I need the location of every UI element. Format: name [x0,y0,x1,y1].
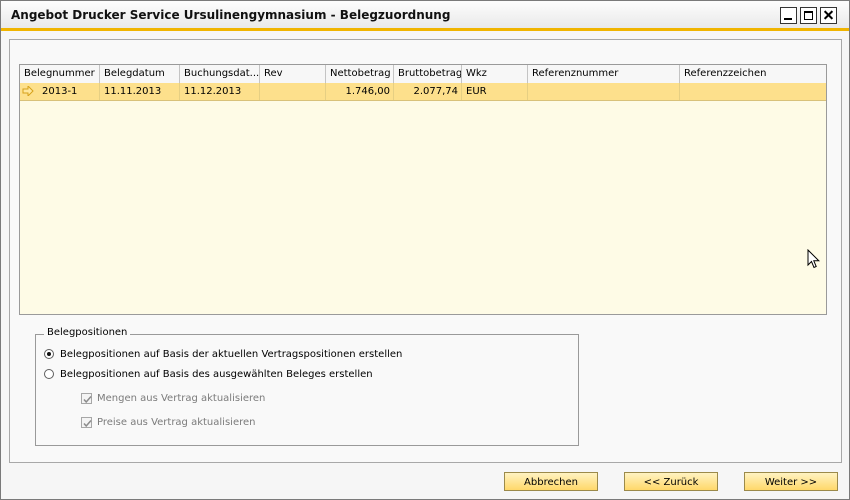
zurueck-button[interactable]: << Zurück [624,472,718,491]
checkbox-label-preise: Preise aus Vertrag aktualisieren [97,417,256,428]
radio-label-vertragspositionen: Belegpositionen auf Basis der aktuellen … [60,349,403,360]
column-header-belegdatum[interactable]: Belegdatum [100,65,180,83]
maximize-icon[interactable] [800,7,817,24]
group-legend: Belegpositionen [44,327,131,338]
cell-buchungsdatum[interactable]: 11.12.2013 [180,83,260,100]
table-row[interactable]: 2013-1 11.11.2013 11.12.2013 1.746,00 2.… [20,83,826,101]
column-header-referenzzeichen[interactable]: Referenzzeichen [680,65,826,83]
checkbox-icon[interactable] [81,393,92,404]
weiter-button-label: Weiter >> [764,477,818,488]
minimize-icon[interactable] [780,7,797,24]
radio-label-ausgewaehlter-beleg: Belegpositionen auf Basis des ausgewählt… [60,369,373,380]
checkbox-icon[interactable] [81,417,92,428]
weiter-button[interactable]: Weiter >> [744,472,838,491]
dialog-window: Angebot Drucker Service Ursulinengymnasi… [0,0,850,500]
column-header-referenznummer[interactable]: Referenznummer [528,65,680,83]
abbrechen-button-label: Abbrechen [524,477,578,488]
column-header-rev[interactable]: Rev [260,65,326,83]
cell-belegdatum[interactable]: 11.11.2013 [100,83,180,100]
checkbox-label-mengen: Mengen aus Vertrag aktualisieren [97,393,266,404]
grid-header: Belegnummer Belegdatum Buchungsdat... Re… [20,65,826,84]
title-bar[interactable]: Angebot Drucker Service Ursulinengymnasi… [1,1,849,31]
document-grid[interactable]: Belegnummer Belegdatum Buchungsdat... Re… [19,64,827,315]
abbrechen-button[interactable]: Abbrechen [504,472,598,491]
radio-icon-checked[interactable] [44,349,54,359]
zurueck-button-label: << Zurück [643,477,699,488]
radio-icon[interactable] [44,369,54,379]
cell-belegnummer[interactable]: 2013-1 [38,83,100,100]
row-arrow-icon [22,86,34,96]
window-title: Angebot Drucker Service Ursulinengymnasi… [11,8,451,22]
cell-referenzzeichen[interactable] [680,83,826,100]
close-icon[interactable] [820,7,837,24]
cell-bruttobetrag[interactable]: 2.077,74 [394,83,462,100]
column-header-wkz[interactable]: Wkz [462,65,528,83]
column-header-belegnummer[interactable]: Belegnummer [20,65,100,83]
cell-rev[interactable] [260,83,326,100]
mouse-cursor-icon [807,249,821,269]
column-header-buchungsdatum[interactable]: Buchungsdat... [180,65,260,83]
belegpositionen-group: Belegpositionen Belegpositionen auf Basi… [35,327,579,446]
cell-wkz[interactable]: EUR [462,83,528,100]
cell-nettobetrag[interactable]: 1.746,00 [326,83,394,100]
column-header-bruttobetrag[interactable]: Bruttobetrag [394,65,462,83]
column-header-nettobetrag[interactable]: Nettobetrag [326,65,394,83]
cell-referenznummer[interactable] [528,83,680,100]
